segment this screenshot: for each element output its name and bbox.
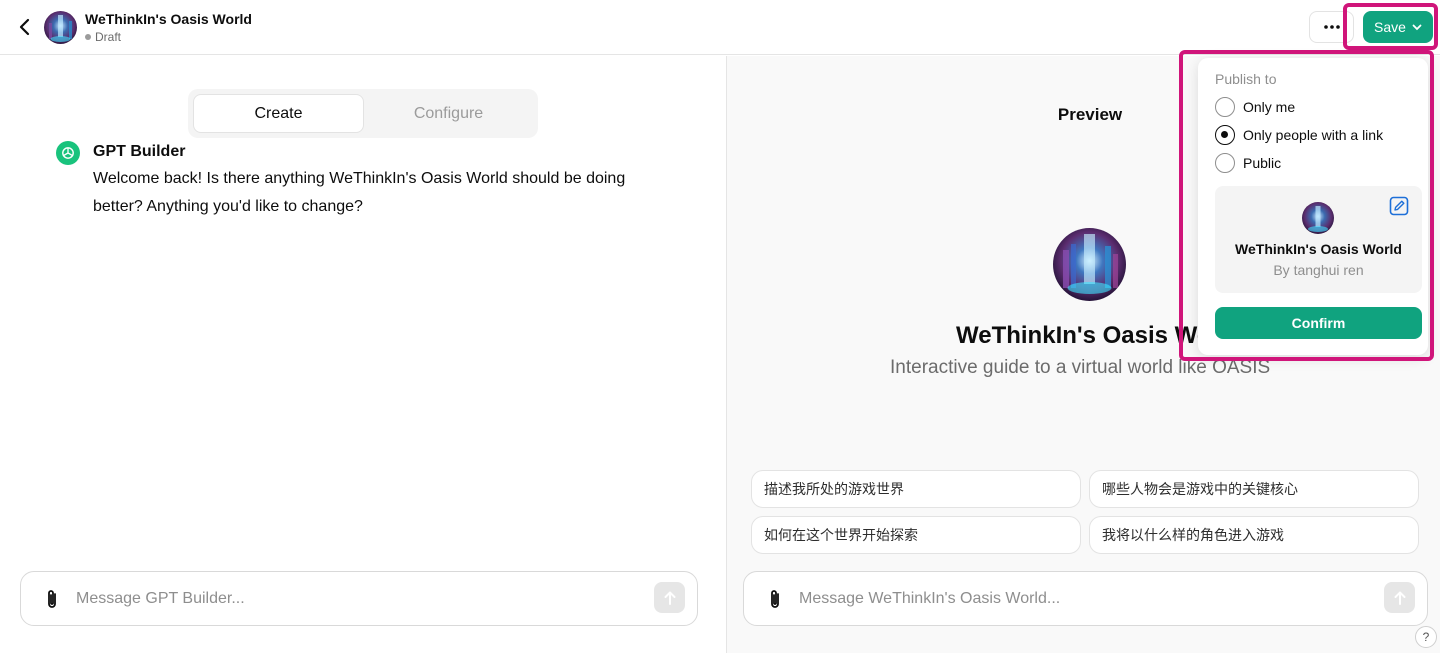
conversation-starter[interactable]: 哪些人物会是游戏中的关键核心 xyxy=(1089,470,1419,508)
preview-avatar xyxy=(1053,228,1126,301)
openai-logo-icon xyxy=(56,141,80,165)
paperclip-icon[interactable] xyxy=(764,588,786,612)
paperclip-icon[interactable] xyxy=(41,588,63,612)
gpt-name: WeThinkIn's Oasis World xyxy=(85,11,252,27)
preview-title: Preview xyxy=(1057,105,1123,124)
preview-message-input[interactable]: Message WeThinkIn's Oasis World... xyxy=(799,590,1060,608)
conversation-starter[interactable]: 如何在这个世界开始探索 xyxy=(751,516,1081,554)
chevron-down-icon xyxy=(1412,24,1422,30)
status-label: Draft xyxy=(95,30,122,44)
builder-composer[interactable]: Message GPT Builder... xyxy=(20,571,698,626)
preview-composer[interactable]: Message WeThinkIn's Oasis World... xyxy=(743,571,1428,626)
preview-send-button[interactable] xyxy=(1384,582,1415,613)
top-bar: WeThinkIn's Oasis World Draft Save xyxy=(0,0,1440,55)
help-button[interactable]: ? xyxy=(1415,626,1437,648)
conversation-starter[interactable]: 描述我所处的游戏世界 xyxy=(751,470,1081,508)
mode-tabs: Create Configure xyxy=(188,89,538,138)
builder-message: Welcome back! Is there anything WeThinkI… xyxy=(93,170,626,215)
builder-send-button[interactable] xyxy=(654,582,685,613)
tab-create[interactable]: Create xyxy=(193,94,364,133)
save-label: Save xyxy=(1374,19,1406,35)
arrow-up-icon xyxy=(1394,591,1405,605)
arrow-up-icon xyxy=(664,591,675,605)
more-icon xyxy=(1323,25,1340,29)
conversation-starter[interactable]: 我将以什么样的角色进入游戏 xyxy=(1089,516,1419,554)
save-button[interactable]: Save xyxy=(1363,11,1433,43)
back-arrow-icon[interactable] xyxy=(14,15,36,39)
publish-highlight-box xyxy=(1179,50,1434,361)
draft-status: Draft xyxy=(85,30,121,44)
builder-name: GPT Builder xyxy=(93,143,186,160)
gpt-avatar[interactable] xyxy=(44,11,77,44)
status-dot-icon xyxy=(85,34,91,40)
builder-message-input[interactable]: Message GPT Builder... xyxy=(76,590,245,608)
tab-configure[interactable]: Configure xyxy=(364,94,533,133)
